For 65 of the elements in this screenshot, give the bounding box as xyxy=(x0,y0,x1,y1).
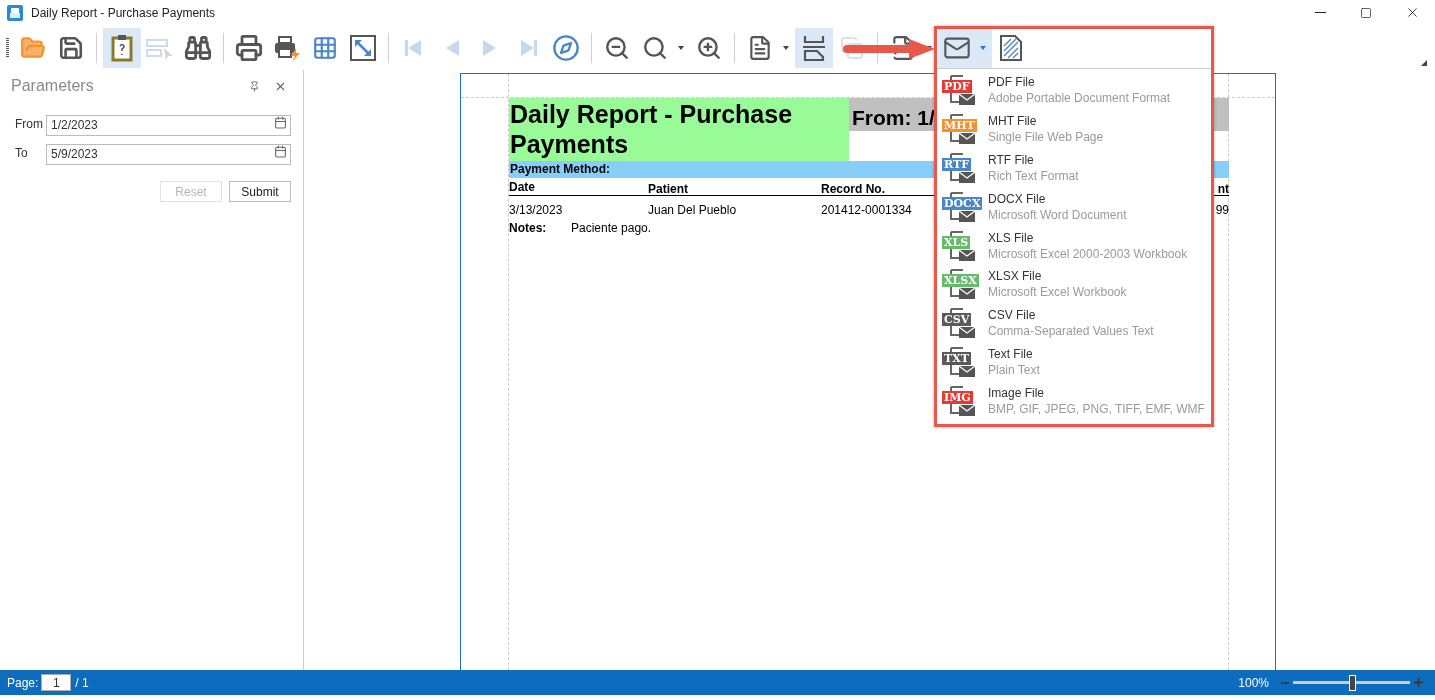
item-description: Comma-Separated Values Text xyxy=(988,323,1154,340)
minimize-icon xyxy=(1314,12,1326,13)
app-icon xyxy=(7,4,23,21)
menu-item[interactable]: CSV CSV File Comma-Separated Values Text xyxy=(937,307,1211,347)
report-title: Daily Report - Purchase Payments xyxy=(509,98,849,161)
table-cell: 201412-0001334 xyxy=(821,203,912,217)
item-title: CSV File xyxy=(988,307,1037,324)
format-badge: MHT xyxy=(942,118,977,132)
item-description: BMP, GIF, JPEG, PNG, TIFF, EMF, WMF xyxy=(988,401,1205,418)
menu-item[interactable]: XLS XLS File Microsoft Excel 2000-2003 Workbook xyxy=(937,229,1211,269)
item-title: XLS File xyxy=(988,229,1035,246)
pin-icon[interactable] xyxy=(249,80,260,92)
zoom-slider[interactable] xyxy=(1293,674,1410,691)
column-header: Date xyxy=(509,180,535,194)
column-header: nt xyxy=(1217,181,1229,195)
field-label: From xyxy=(14,115,44,133)
item-title: PDF File xyxy=(988,74,1036,90)
format-badge: XLSX xyxy=(942,274,979,288)
column-header: Patient xyxy=(648,182,688,196)
menu-item[interactable]: XLSX XLSX File Microsoft Excel Workbook xyxy=(937,268,1211,308)
notes-label: Notes: xyxy=(509,220,548,237)
parameters-button[interactable] xyxy=(103,27,141,68)
grip-icon xyxy=(6,37,10,58)
item-title: Text File xyxy=(988,346,1034,363)
item-description: Plain Text xyxy=(988,362,1040,379)
email-button[interactable] xyxy=(938,27,992,68)
menu-item[interactable]: IMG Image File BMP, GIF, JPEG, PNG, TIFF, EMF, WMF xyxy=(937,385,1211,424)
table-cell-text: 99 xyxy=(1215,202,1229,219)
format-badge: PDF xyxy=(942,80,972,93)
slider-thumb[interactable] xyxy=(1348,674,1356,691)
page-field[interactable]: 1 xyxy=(41,674,72,691)
format-badge: RTF xyxy=(942,157,971,171)
item-description: Microsoft Excel 2000-2003 Workbook xyxy=(988,245,1188,262)
menu-item[interactable]: DOCX DOCX File Microsoft Word Document xyxy=(937,190,1211,230)
item-title: DOCX File xyxy=(988,190,1047,207)
page-label: Page: xyxy=(7,674,39,692)
notes-text: Paciente pago. xyxy=(571,220,652,237)
format-badge: IMG xyxy=(942,391,973,405)
page-total: / 1 xyxy=(75,674,89,692)
column-header: Record No. xyxy=(821,182,885,196)
date-field[interactable]: 5/9/2023 xyxy=(46,143,291,165)
window-title: Daily Report - Purchase Payments xyxy=(31,4,216,22)
format-badge: TXT xyxy=(942,352,971,366)
item-title: Image File xyxy=(988,385,1046,402)
collapse-icon xyxy=(1421,60,1427,66)
item-description: Single File Web Page xyxy=(988,128,1104,145)
calendar-icon[interactable] xyxy=(274,145,287,158)
scale-button[interactable] xyxy=(795,27,833,68)
format-badge: CSV xyxy=(942,313,972,327)
date-field[interactable]: 1/2/2023 xyxy=(46,114,291,136)
table-cell: 3/13/2023 xyxy=(509,203,563,217)
panel-title: Parameters xyxy=(11,76,94,96)
calendar-icon[interactable] xyxy=(274,116,287,129)
field-label: To xyxy=(14,144,29,162)
item-description: Microsoft Word Document xyxy=(988,206,1127,223)
form-button[interactable]: Submit xyxy=(229,181,291,202)
item-title: XLSX File xyxy=(988,268,1043,285)
maximize-icon xyxy=(1360,6,1372,19)
item-title: MHT File xyxy=(988,112,1038,129)
format-badge: XLS xyxy=(942,235,971,249)
item-description: Microsoft Excel Workbook xyxy=(988,284,1127,301)
table-cell: Juan Del Pueblo xyxy=(648,203,737,217)
menu-item[interactable]: TXT Text File Plain Text xyxy=(937,346,1211,386)
zoom-percent: 100% xyxy=(1238,674,1269,692)
format-badge: DOCX xyxy=(942,196,983,210)
